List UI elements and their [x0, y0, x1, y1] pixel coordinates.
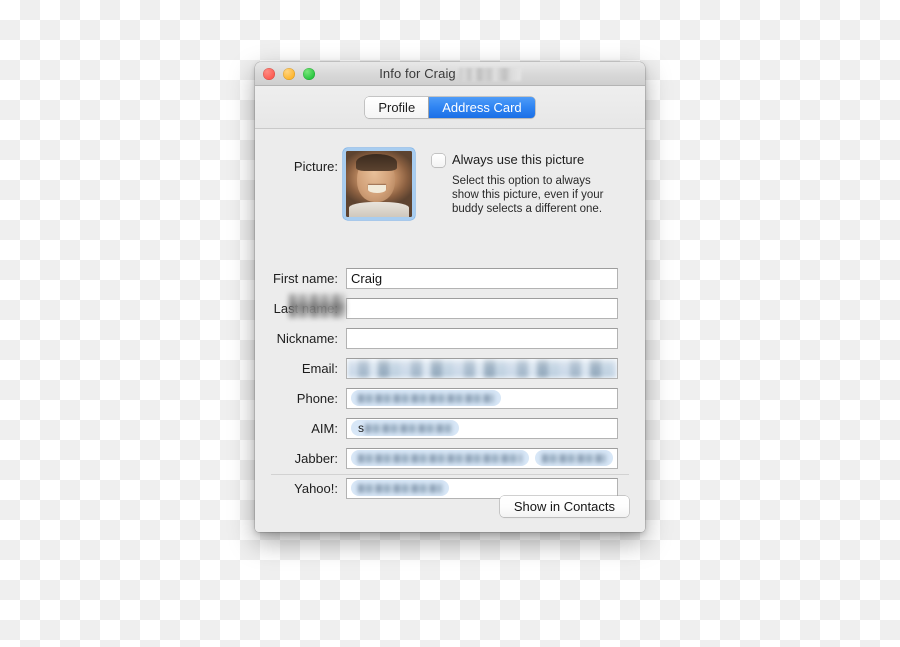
picture-help-text: Select this option to always show this p…	[452, 175, 604, 215]
info-window: Info for Craig Profile Address Card Pict…	[255, 62, 645, 532]
redacted-yahoo-token	[351, 480, 449, 496]
always-use-picture-row[interactable]: Always use this picture	[432, 153, 617, 167]
footer: Show in Contacts	[499, 496, 629, 517]
always-use-picture-label: Always use this picture	[452, 152, 585, 167]
aim-label: AIM:	[311, 420, 338, 436]
avatar-hair	[355, 153, 397, 171]
email-input[interactable]	[346, 357, 618, 379]
first-name-label: First name:	[272, 270, 338, 286]
aim-value-prefix: s	[358, 421, 364, 435]
segmented-control: Profile Address Card	[365, 96, 535, 118]
nickname-label: Nickname:	[276, 330, 338, 346]
redacted-phone-token	[351, 390, 501, 406]
phone-label: Phone:	[296, 390, 338, 406]
redacted-phone	[358, 393, 494, 403]
redacted-jabber-token-1	[351, 450, 530, 466]
field-row-aim: AIM: s	[255, 417, 645, 439]
redacted-last-name	[289, 294, 345, 318]
window-content: Picture: Always use this picture Select …	[255, 129, 645, 532]
avatar-smile	[367, 185, 387, 193]
field-row-last-name: Last name:	[255, 294, 645, 319]
window-titlebar[interactable]: Info for Craig	[255, 62, 645, 86]
address-card-form: First name: Craig Last name: Nickname:	[255, 267, 645, 507]
always-use-picture-checkbox[interactable]	[432, 154, 445, 167]
redacted-aim	[365, 423, 452, 433]
picture-section: Picture: Always use this picture Select …	[255, 151, 645, 217]
phone-input[interactable]	[346, 387, 618, 409]
field-row-first-name: First name: Craig	[255, 267, 645, 289]
show-in-contacts-button[interactable]: Show in Contacts	[499, 496, 629, 517]
picture-options: Always use this picture Select this opti…	[432, 151, 617, 217]
first-name-input[interactable]: Craig	[346, 267, 618, 289]
tab-address-card[interactable]: Address Card	[428, 96, 535, 118]
redacted-jabber-token-2	[535, 450, 613, 466]
window-title: Info for Craig	[255, 62, 645, 85]
field-row-email: Email:	[255, 357, 645, 379]
redacted-jabber-2	[542, 453, 606, 463]
avatar[interactable]	[346, 151, 412, 217]
redacted-aim-token: s	[351, 420, 459, 436]
tab-bar: Profile Address Card	[255, 86, 645, 129]
redacted-jabber-1	[358, 453, 523, 463]
redacted-yahoo	[358, 483, 442, 493]
field-row-phone: Phone:	[255, 387, 645, 409]
jabber-label: Jabber:	[294, 450, 338, 466]
yahoo-label: Yahoo!:	[294, 480, 338, 496]
nickname-input[interactable]	[346, 327, 618, 349]
redacted-email	[347, 358, 617, 378]
footer-separator	[271, 474, 629, 475]
field-row-nickname: Nickname:	[255, 327, 645, 349]
tab-profile[interactable]: Profile	[365, 96, 429, 118]
email-label: Email:	[301, 360, 338, 376]
first-name-value: Craig	[351, 270, 383, 286]
avatar-shirt	[348, 202, 410, 217]
jabber-input[interactable]	[346, 447, 618, 469]
window-title-text: Info for Craig	[379, 66, 456, 81]
picture-label: Picture:	[293, 159, 338, 174]
last-name-input[interactable]	[346, 297, 618, 319]
field-row-jabber: Jabber:	[255, 447, 645, 469]
redacted-lastname-title	[458, 68, 521, 81]
aim-input[interactable]: s	[346, 417, 618, 439]
